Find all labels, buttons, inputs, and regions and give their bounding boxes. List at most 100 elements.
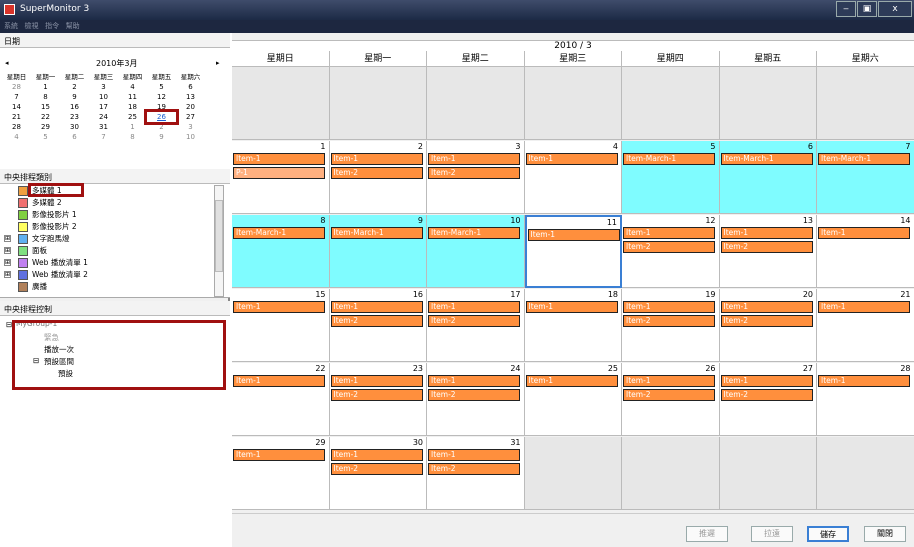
day-cell[interactable]: 7 Item-March-1 [817,141,914,214]
mini-day[interactable]: 9 [147,132,176,142]
day-cell[interactable] [329,67,427,140]
day-cell[interactable] [427,67,525,140]
mini-day[interactable]: 13 [176,92,205,102]
mini-day[interactable]: 29 [31,122,60,132]
event-item[interactable]: Item-1 [527,229,620,241]
event-item[interactable]: Item-1 [428,301,520,313]
mini-day[interactable]: 2 [147,122,176,132]
event-item[interactable]: Item-1 [330,375,423,387]
event-item[interactable]: Item-1 [525,153,618,165]
event-item[interactable]: Item-1 [623,227,715,239]
day-cell[interactable] [719,437,817,510]
event-item[interactable]: Item-1 [720,227,813,239]
event-item[interactable]: Item-1 [525,301,618,313]
mini-day[interactable]: 11 [118,92,147,102]
event-item[interactable]: Item-1 [330,153,423,165]
pull-button[interactable]: 拉遠 [751,526,793,542]
menu-system[interactable]: 系統 [4,22,18,30]
event-item[interactable]: Item-1 [720,301,813,313]
event-item[interactable]: Item-March-1 [233,227,325,239]
mini-day[interactable]: 6 [60,132,89,142]
day-cell[interactable]: 25 Item-1 [524,363,622,436]
mini-day[interactable]: 31 [89,122,118,132]
event-item[interactable]: Item-2 [330,463,423,475]
mini-day[interactable]: 10 [89,92,118,102]
day-cell[interactable]: 24 Item-1 Item-2 [427,363,525,436]
day-cell[interactable]: 11 Item-1 [524,215,622,288]
event-item[interactable]: Item-1 [428,375,520,387]
event-item[interactable]: Item-2 [720,241,813,253]
expand-icon[interactable]: ⊞ [4,271,11,278]
day-cell[interactable]: 15 Item-1 [232,289,330,362]
expand-icon[interactable]: ⊞ [4,247,11,254]
event-item[interactable]: P-1 [233,167,325,179]
menu-view[interactable]: 檢視 [25,22,39,30]
event-item[interactable]: Item-March-1 [330,227,423,239]
mini-day[interactable]: 24 [89,112,118,122]
event-item[interactable]: Item-1 [623,301,715,313]
event-item[interactable]: Item-1 [525,375,618,387]
event-item[interactable]: Item-2 [330,315,423,327]
mini-day[interactable]: 22 [31,112,60,122]
push-button[interactable]: 推遲 [686,526,728,542]
category-item[interactable]: 影像投影片 1 [18,209,77,220]
event-item[interactable]: Item-2 [623,389,715,401]
day-cell[interactable]: 21 Item-1 [817,289,914,362]
category-item[interactable]: ⊞ 文字跑馬燈 [4,233,70,244]
day-cell[interactable]: 19 Item-1 Item-2 [622,289,720,362]
save-button[interactable]: 儲存 [807,526,849,542]
mini-day[interactable]: 20 [176,102,205,112]
mini-day[interactable]: 28 [2,82,31,92]
day-cell[interactable] [232,67,330,140]
day-cell[interactable]: 31 Item-1 Item-2 [427,437,525,510]
day-cell[interactable] [622,437,720,510]
mini-day[interactable]: 4 [118,82,147,92]
mini-day[interactable]: 10 [176,132,205,142]
mini-day[interactable]: 5 [147,82,176,92]
mini-day[interactable]: 7 [89,132,118,142]
event-item[interactable]: Item-2 [623,315,715,327]
day-cell[interactable]: 26 Item-1 Item-2 [622,363,720,436]
mini-day[interactable]: 18 [118,102,147,112]
event-item[interactable]: Item-March-1 [623,153,715,165]
day-cell[interactable]: 29 Item-1 [232,437,330,510]
event-item[interactable]: Item-1 [720,375,813,387]
event-item[interactable]: Item-2 [428,463,520,475]
mini-day[interactable]: 23 [60,112,89,122]
event-item[interactable]: Item-2 [330,389,423,401]
event-item[interactable]: Item-1 [233,449,325,461]
day-cell[interactable] [524,67,622,140]
event-item[interactable]: Item-1 [818,375,910,387]
day-cell[interactable]: 9 Item-March-1 [329,215,427,288]
mini-day[interactable]: 1 [118,122,147,132]
day-cell[interactable]: 28 Item-1 [817,363,914,436]
event-item[interactable]: Item-March-1 [720,153,813,165]
event-item[interactable]: Item-1 [330,301,423,313]
category-item[interactable]: 影像投影片 2 [18,221,77,232]
day-cell[interactable] [622,67,720,140]
event-item[interactable]: Item-1 [428,153,520,165]
event-item[interactable]: Item-1 [330,449,423,461]
day-cell[interactable]: 22 Item-1 [232,363,330,436]
event-item[interactable]: Item-1 [623,375,715,387]
event-item[interactable]: Item-2 [623,241,715,253]
day-cell[interactable]: 12 Item-1 Item-2 [622,215,720,288]
event-item[interactable]: Item-1 [233,375,325,387]
event-item[interactable]: Item-March-1 [818,153,910,165]
category-item[interactable]: ⊞ Web 播放清單 1 [4,257,88,268]
mini-day[interactable]: 28 [2,122,31,132]
day-cell[interactable] [719,67,817,140]
next-month-icon[interactable]: ▸ [216,59,220,67]
mini-day[interactable]: 16 [60,102,89,112]
day-cell[interactable]: 1 Item-1 P-1 [232,141,330,214]
prev-month-icon[interactable]: ◂ [5,59,9,67]
day-cell[interactable]: 30 Item-1 Item-2 [329,437,427,510]
event-item[interactable]: Item-1 [233,153,325,165]
mini-day[interactable]: 25 [118,112,147,122]
category-item[interactable]: ⊞ 面板 [4,245,47,256]
category-item[interactable]: 多媒體 2 [18,197,62,208]
category-scrollbar[interactable] [214,185,224,297]
day-cell[interactable]: 13 Item-1 Item-2 [719,215,817,288]
menu-help[interactable]: 幫助 [66,22,80,30]
day-cell[interactable]: 23 Item-1 Item-2 [329,363,427,436]
